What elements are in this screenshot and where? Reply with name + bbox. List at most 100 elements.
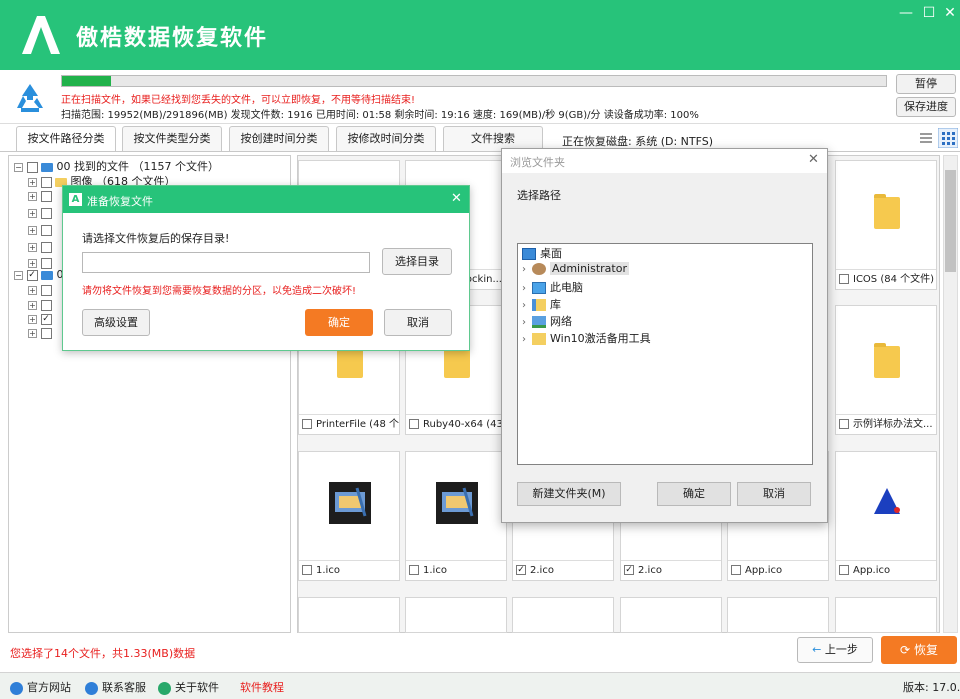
expand-icon[interactable]: + [28,258,37,268]
maximize-button[interactable]: ☐ [919,4,939,22]
official-site-link[interactable]: 官方网站 [10,679,71,695]
tree-item[interactable]: + [28,223,52,239]
cell-checkbox[interactable] [839,274,849,284]
browse-ok-button[interactable]: 确定 [657,482,731,506]
expand-icon[interactable]: + [28,242,37,252]
tree-item[interactable]: + [28,326,52,342]
chevron-right-icon[interactable]: › [522,300,532,311]
browse-cancel-button[interactable]: 取消 [737,482,811,506]
grid-cell[interactable] [620,597,722,633]
restore-ok-button[interactable]: 确定 [305,309,373,336]
tree-item-checkbox[interactable] [40,241,52,253]
tab-by-path[interactable]: 按文件路径分类 [16,126,116,151]
grid-cell[interactable]: 1.ico [298,451,400,581]
cell-caption: 1.ico [406,560,506,580]
grid-cell[interactable] [405,597,507,633]
expand-icon[interactable]: + [28,191,37,201]
tree-root-row[interactable]: − 00 找到的文件 （1157 个文件） [14,158,219,174]
tree-item-checkbox[interactable] [40,190,52,202]
expand-icon[interactable]: + [28,300,37,310]
tree-item-checkbox[interactable] [40,327,52,339]
folder-tree[interactable]: 桌面 › Administrator › 此电脑 › 库 › 网络 › Win10激活备用… [517,243,813,465]
tree-second-root-row[interactable]: − ✓ 0 [14,268,64,284]
pause-button[interactable]: 暂停 [896,74,956,94]
grid-cell[interactable]: 示例详标办法文... [835,305,937,435]
grid-scrollbar-thumb[interactable] [945,170,956,272]
tree-item-checkbox[interactable] [40,207,52,219]
folder-tree-item[interactable]: › Administrator [522,262,629,279]
close-button[interactable]: ✕ [940,4,960,22]
tree-item-checkbox[interactable] [40,299,52,311]
save-progress-button[interactable]: 保存进度 [896,97,956,117]
tree-item[interactable]: + [28,189,52,205]
close-icon[interactable]: ✕ [451,191,462,206]
cell-checkbox[interactable] [731,565,741,575]
support-link[interactable]: 联系客服 [85,679,146,695]
tree-root-checkbox[interactable] [26,161,38,173]
grid-cell[interactable] [512,597,614,633]
restore-cancel-button[interactable]: 取消 [384,309,452,336]
folder-tree-item[interactable]: 桌面 [522,245,562,262]
recycle-icon [17,84,43,112]
folder-tree-item[interactable]: › 库 [522,296,561,313]
grid-cell[interactable] [835,597,937,633]
tree-second-root-checkbox[interactable]: ✓ [26,269,38,281]
expand-icon[interactable]: + [28,208,37,218]
tree-item[interactable]: + [28,283,52,299]
cell-caption-text: App.ico [745,565,783,576]
expand-icon[interactable]: + [28,177,37,187]
chevron-right-icon[interactable]: › [522,334,532,345]
chevron-right-icon[interactable]: › [522,283,532,294]
tab-by-create-time[interactable]: 按创建时间分类 [229,126,329,151]
cell-checkbox[interactable] [839,419,849,429]
about-label: 关于软件 [175,681,219,694]
list-view-icon[interactable] [918,130,934,146]
tree-child-checkbox[interactable] [40,176,52,188]
cell-checkbox[interactable] [302,419,312,429]
cell-checkbox[interactable] [409,419,419,429]
grid-cell[interactable]: ICOS (84 个文件) [835,160,937,290]
grid-cell[interactable] [298,597,400,633]
new-folder-button[interactable]: 新建文件夹(M) [517,482,621,506]
about-link[interactable]: 关于软件 [158,679,219,695]
cell-checkbox[interactable]: ✓ [624,565,634,575]
cell-checkbox[interactable] [302,565,312,575]
cell-caption: Ruby40-x64 (43... [406,414,506,434]
recover-button[interactable]: ⟳ 恢复 [881,636,957,664]
restore-warning: 请勿将文件恢复到您需要恢复数据的分区，以免造成二次破坏! [82,286,357,297]
choose-dir-button[interactable]: 选择目录 [382,248,452,275]
tree-item-checkbox[interactable] [40,284,52,296]
tree-item[interactable]: + [28,240,52,256]
collapse-icon[interactable]: − [14,162,23,172]
prev-step-button[interactable]: ← 上一步 [797,637,873,663]
cell-checkbox[interactable] [409,565,419,575]
folder-tree-item[interactable]: › Win10激活备用工具 [522,330,651,347]
cell-checkbox[interactable] [839,565,849,575]
chevron-right-icon[interactable]: › [522,264,532,275]
tree-item-checkbox[interactable] [40,224,52,236]
grid-view-icon[interactable] [938,128,958,148]
tab-by-modify-time[interactable]: 按修改时间分类 [336,126,436,151]
cell-checkbox[interactable]: ✓ [516,565,526,575]
expand-icon[interactable]: + [28,314,37,324]
grid-cell[interactable]: 1.ico [405,451,507,581]
folder-tree-item[interactable]: › 此电脑 [522,279,583,296]
minimize-button[interactable]: — [896,4,916,22]
advanced-settings-button[interactable]: 高级设置 [82,309,150,336]
tree-item-checkbox[interactable]: ✓ [40,313,52,325]
expand-icon[interactable]: + [28,225,37,235]
save-dir-input[interactable] [82,252,370,273]
grid-cell[interactable] [727,597,829,633]
tab-by-type[interactable]: 按文件类型分类 [122,126,222,151]
expand-icon[interactable]: + [28,328,37,338]
tree-item-checkbox[interactable] [40,257,52,269]
folder-tree-item[interactable]: › 网络 [522,313,572,330]
close-icon[interactable]: ✕ [808,152,819,167]
chevron-right-icon[interactable]: › [522,317,532,328]
tutorial-link[interactable]: 软件教程 [240,679,284,695]
collapse-icon[interactable]: − [14,270,23,280]
expand-icon[interactable]: + [28,285,37,295]
app-ico-thumbnail [874,488,900,514]
tree-item[interactable]: + [28,206,52,222]
grid-cell[interactable]: App.ico [835,451,937,581]
